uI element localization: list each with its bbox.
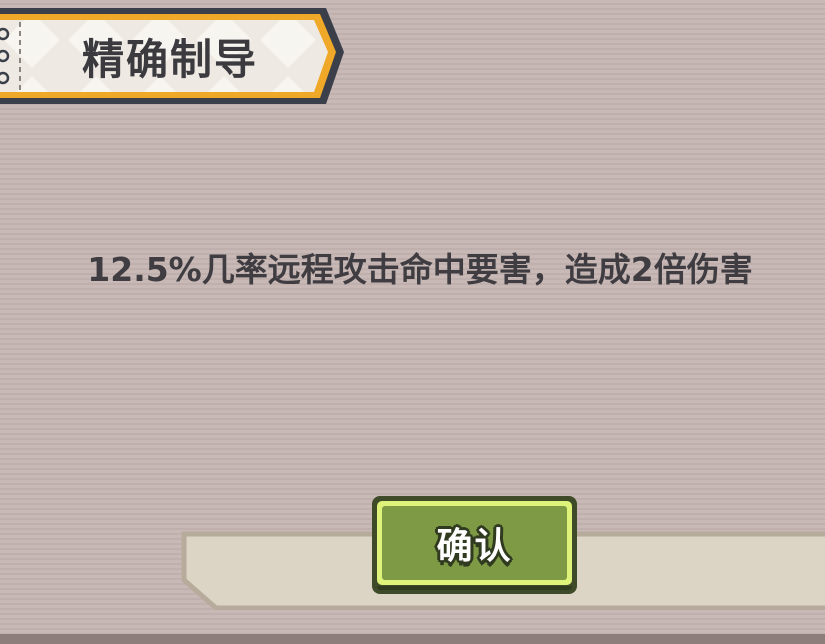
confirm-button[interactable]: 确认 <box>372 496 577 594</box>
skill-title: 精确制导 <box>82 35 259 84</box>
confirm-button-shadow <box>377 586 572 590</box>
confirm-button-frame: 确认 <box>377 501 572 585</box>
confirm-button-label: 确认 <box>436 526 513 567</box>
skill-description: 12.5%几率远程攻击命中要害，造成2倍伤害 <box>87 250 753 289</box>
confirm-button-face: 确认 <box>382 506 567 580</box>
bottom-edge-strip <box>0 634 825 644</box>
skill-title-ribbon: 精确制导 <box>0 8 350 112</box>
